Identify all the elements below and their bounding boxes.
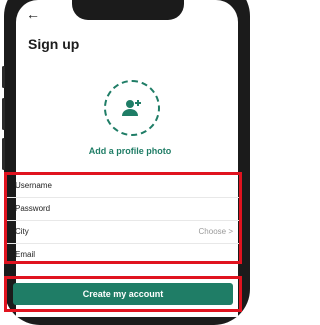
- add-profile-photo-button[interactable]: [104, 80, 160, 136]
- email-label: Email: [15, 250, 36, 259]
- city-choose-text: Choose: [198, 227, 227, 236]
- city-label: City: [15, 227, 29, 236]
- back-arrow-icon[interactable]: ←: [26, 6, 40, 22]
- username-label: Username: [15, 181, 52, 190]
- signup-form: Username Password City Choose > Email: [4, 172, 242, 264]
- email-field[interactable]: Email: [7, 244, 239, 267]
- city-choose[interactable]: Choose >: [199, 221, 233, 243]
- add-profile-photo-label[interactable]: Add a profile photo: [16, 146, 238, 156]
- notch: [72, 0, 184, 20]
- password-label: Password: [15, 204, 51, 213]
- page-title: Sign up: [28, 36, 80, 52]
- password-field[interactable]: Password: [7, 198, 239, 221]
- cta-highlight: Create my account: [4, 276, 242, 312]
- chevron-right-icon: >: [228, 227, 233, 236]
- volume-button: [2, 66, 5, 88]
- create-account-button[interactable]: Create my account: [13, 283, 233, 305]
- volume-button: [2, 138, 5, 170]
- volume-button: [2, 98, 5, 130]
- phone-screen: ← Sign up Add a profile photo: [16, 0, 238, 317]
- username-field[interactable]: Username: [7, 175, 239, 198]
- add-user-icon: [122, 100, 141, 116]
- city-field[interactable]: City Choose >: [7, 221, 239, 244]
